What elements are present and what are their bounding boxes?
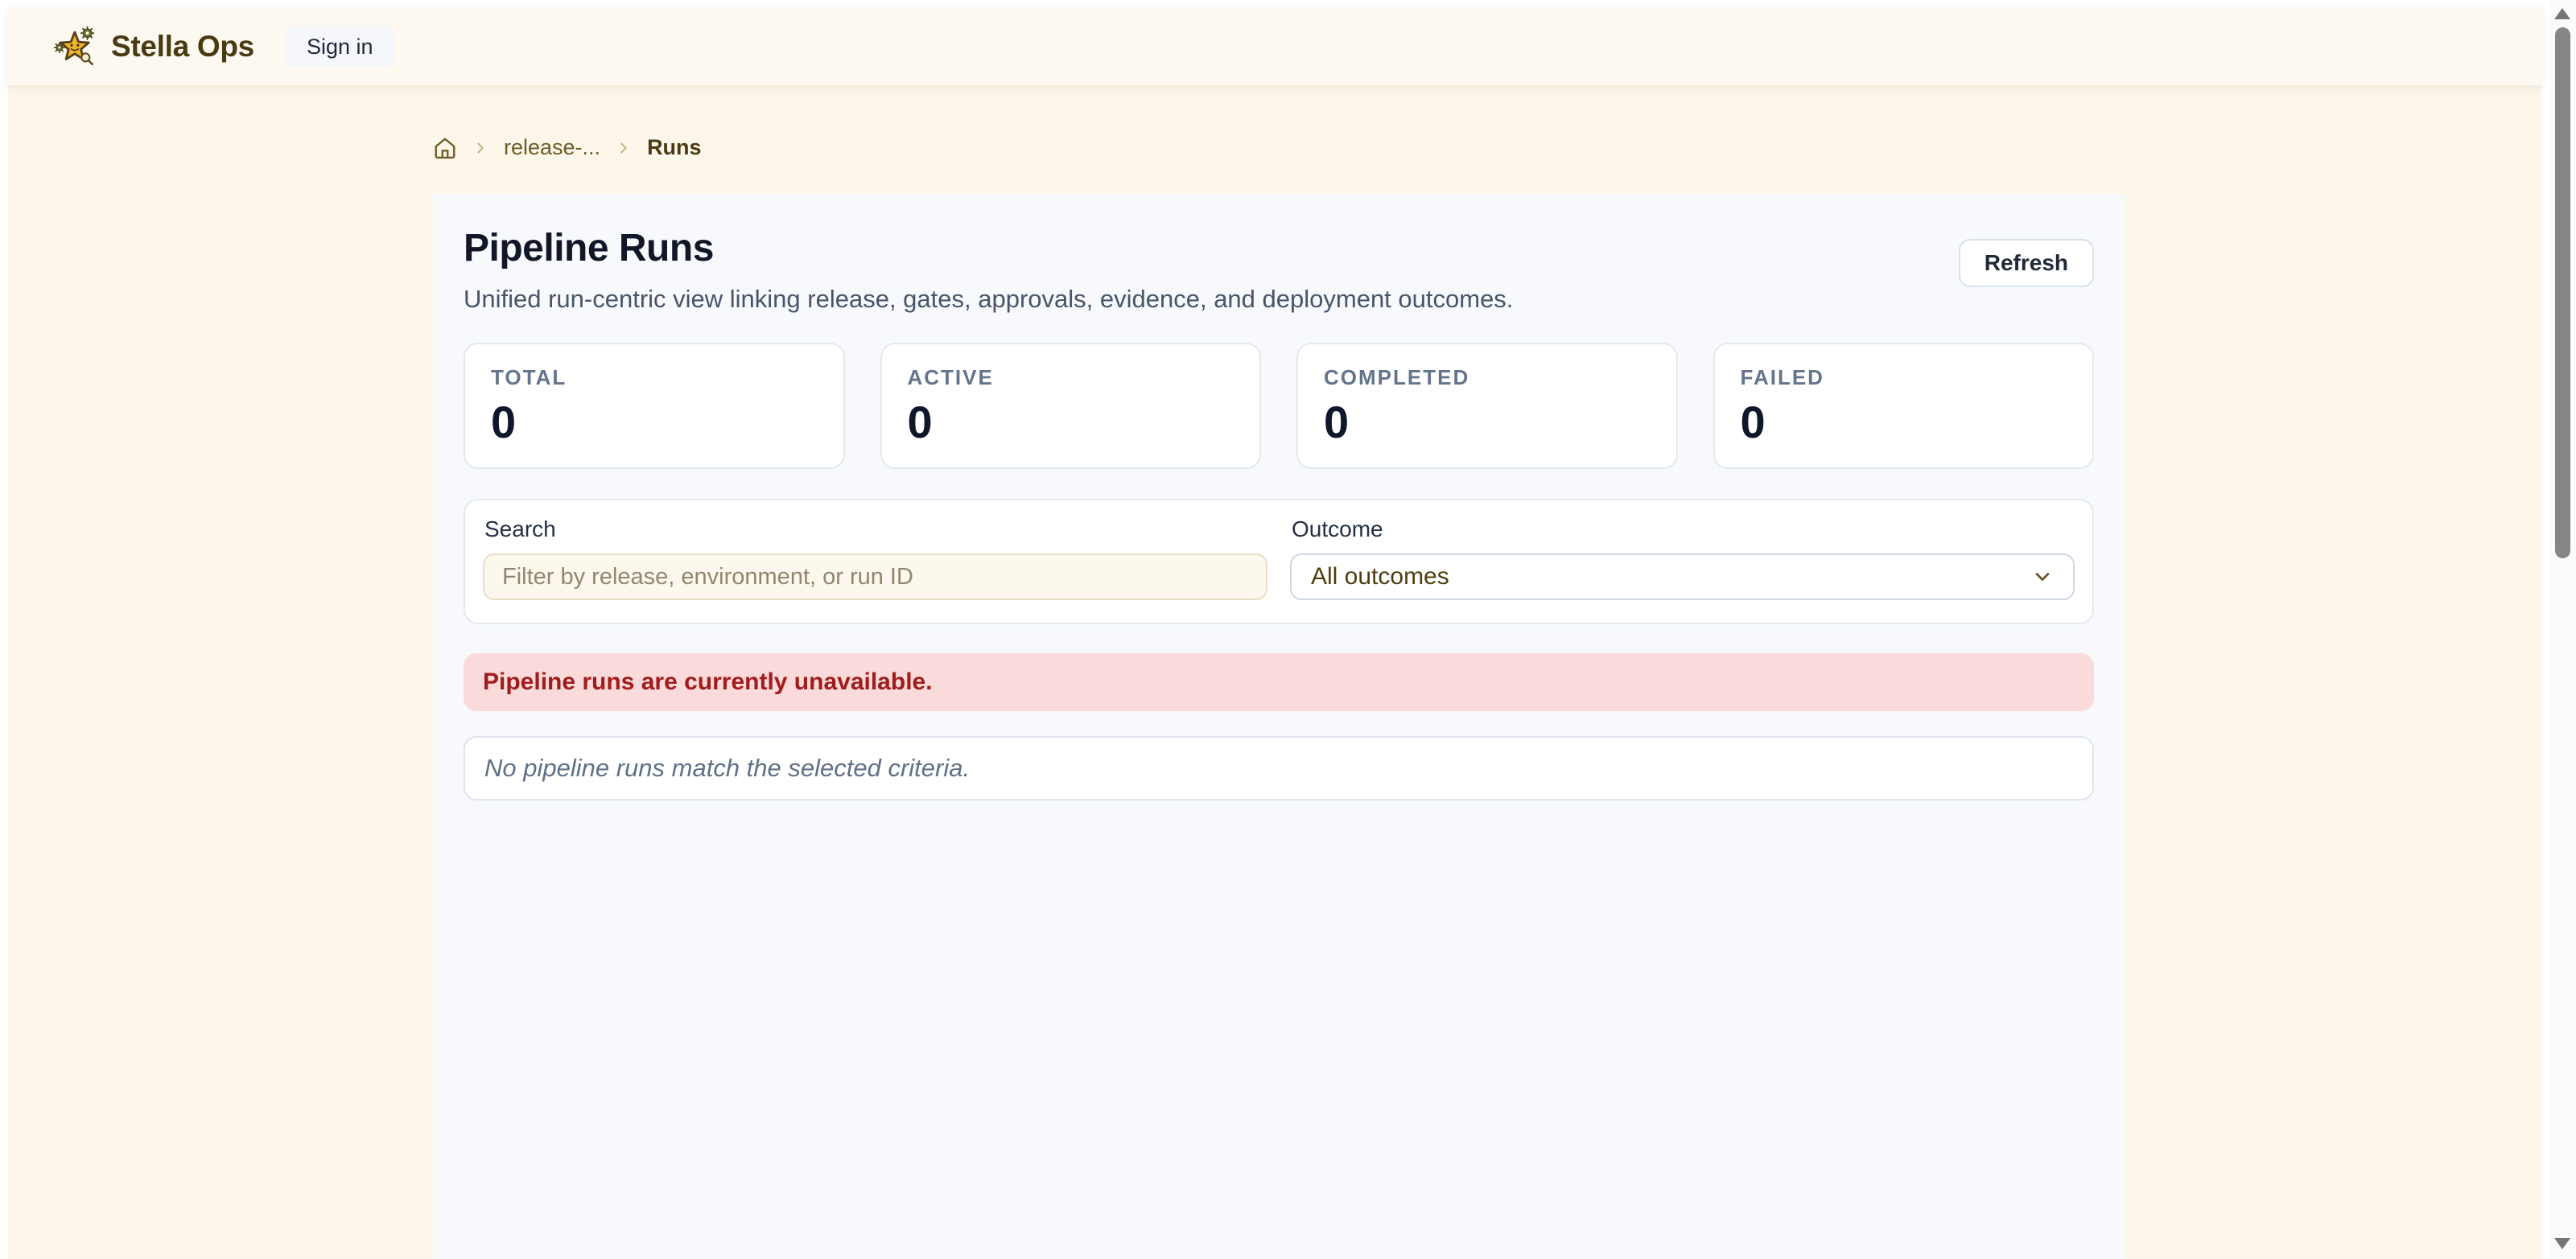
chevron-right-icon bbox=[615, 139, 633, 157]
search-label: Search bbox=[484, 516, 1267, 542]
brand: Stella Ops bbox=[53, 24, 254, 69]
stat-value: 0 bbox=[491, 400, 818, 445]
page-heading-block: Pipeline Runs Unified run-centric view l… bbox=[464, 218, 1513, 314]
chevron-right-icon bbox=[472, 139, 489, 157]
stat-card-total: TOTAL 0 bbox=[464, 343, 845, 469]
stat-label: ACTIVE bbox=[908, 365, 1234, 390]
outcome-selected-value: All outcomes bbox=[1311, 563, 1449, 590]
scroll-up-arrow-icon[interactable] bbox=[2554, 8, 2570, 19]
search-input[interactable] bbox=[483, 553, 1267, 600]
page-subtitle: Unified run-centric view linking release… bbox=[464, 285, 1513, 314]
error-banner: Pipeline runs are currently unavailable. bbox=[464, 653, 2094, 711]
stat-card-active: ACTIVE 0 bbox=[880, 343, 1262, 469]
stat-label: TOTAL bbox=[491, 365, 818, 390]
stat-card-failed: FAILED 0 bbox=[1713, 343, 2095, 469]
chevron-down-icon bbox=[2031, 566, 2054, 588]
scrollbar-thumb[interactable] bbox=[2555, 27, 2570, 558]
page-title: Pipeline Runs bbox=[464, 226, 1513, 270]
stat-card-completed: COMPLETED 0 bbox=[1296, 343, 1678, 469]
breadcrumb-item-release[interactable]: release-... bbox=[504, 135, 600, 160]
filters-card: Search Outcome All outcomes bbox=[464, 499, 2094, 624]
outcome-field-group: Outcome All outcomes bbox=[1290, 516, 2075, 600]
empty-state-message: No pipeline runs match the selected crit… bbox=[484, 754, 970, 783]
stat-value: 0 bbox=[1324, 400, 1651, 445]
page-header-row: Pipeline Runs Unified run-centric view l… bbox=[464, 218, 2094, 314]
empty-state-card: No pipeline runs match the selected crit… bbox=[464, 736, 2094, 800]
pipeline-runs-panel: Pipeline Runs Unified run-centric view l… bbox=[433, 194, 2125, 1259]
scroll-down-arrow-icon[interactable] bbox=[2554, 1238, 2570, 1249]
top-bar: Stella Ops Sign in bbox=[8, 8, 2541, 85]
stat-label: FAILED bbox=[1741, 365, 2067, 390]
error-message: Pipeline runs are currently unavailable. bbox=[483, 669, 933, 696]
stat-value: 0 bbox=[908, 400, 1234, 445]
breadcrumb: release-... Runs bbox=[433, 135, 702, 160]
search-field-group: Search bbox=[483, 516, 1267, 600]
outcome-label: Outcome bbox=[1292, 516, 2075, 542]
stats-row: TOTAL 0 ACTIVE 0 COMPLETED 0 FAILED 0 bbox=[464, 343, 2094, 469]
vertical-scrollbar[interactable] bbox=[2549, 0, 2576, 1259]
refresh-button[interactable]: Refresh bbox=[1959, 239, 2094, 287]
stat-value: 0 bbox=[1741, 400, 2067, 445]
stella-ops-logo-icon bbox=[53, 24, 98, 69]
outcome-select[interactable]: All outcomes bbox=[1290, 553, 2075, 600]
home-icon[interactable] bbox=[433, 136, 457, 160]
breadcrumb-item-runs: Runs bbox=[647, 135, 702, 160]
app-background: Stella Ops Sign in release-... Runs Pipe… bbox=[8, 8, 2541, 1259]
sign-in-button[interactable]: Sign in bbox=[285, 26, 395, 68]
stat-label: COMPLETED bbox=[1324, 365, 1651, 390]
brand-name: Stella Ops bbox=[111, 30, 254, 64]
